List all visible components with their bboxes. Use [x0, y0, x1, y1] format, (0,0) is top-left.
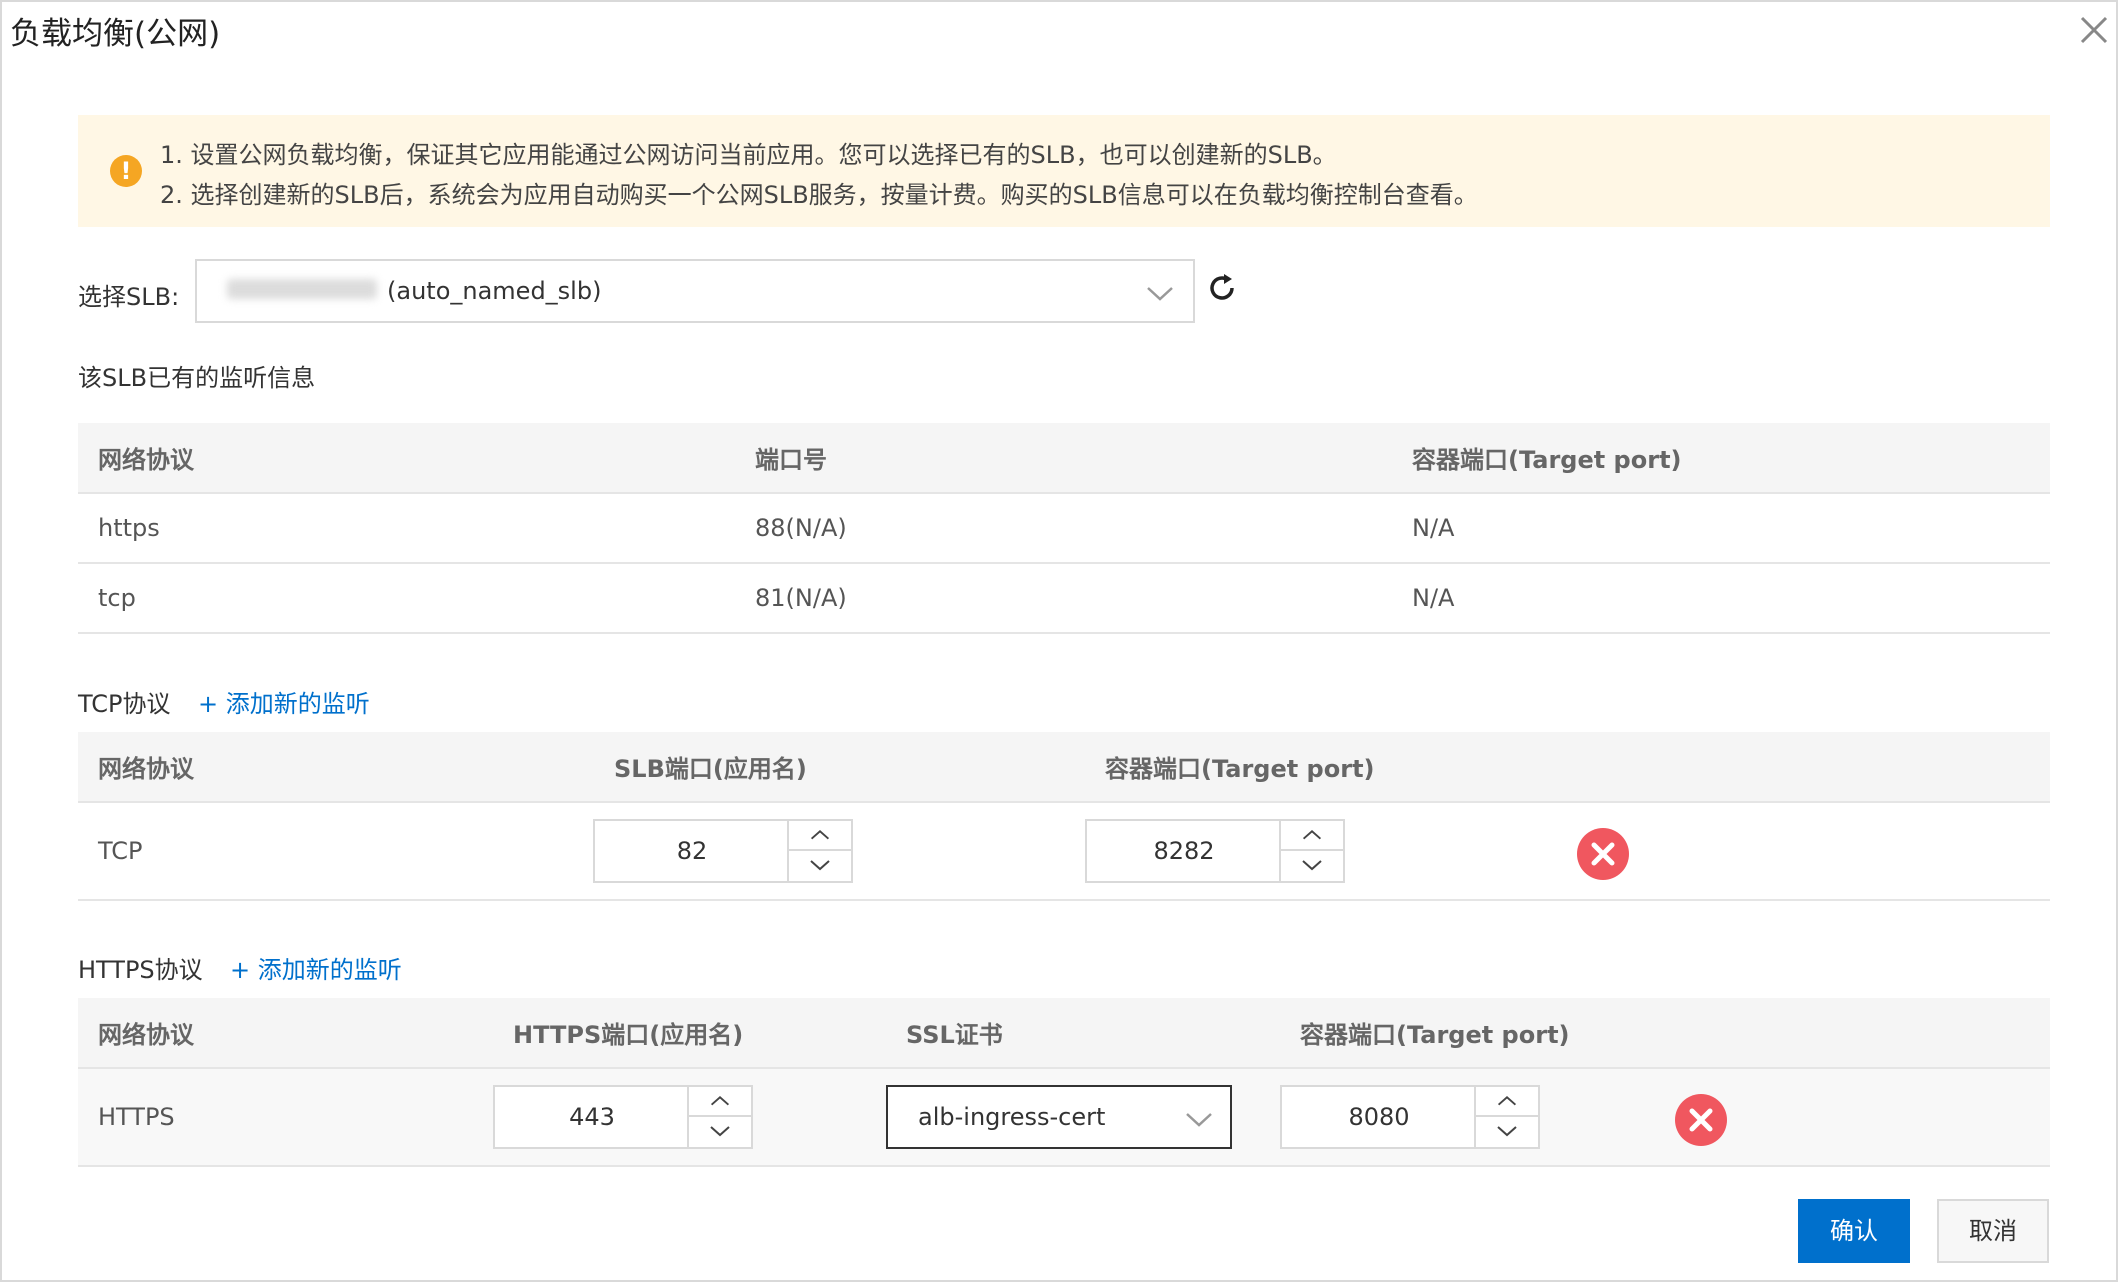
- table-header-row: 网络协议 HTTPS端口(应用名) SSL证书 容器端口(Target port…: [78, 998, 2050, 1069]
- tcp-add-listener-link[interactable]: + 添加新的监听: [198, 684, 370, 719]
- chevron-down-icon[interactable]: [1476, 1117, 1538, 1147]
- delete-https-listener-icon[interactable]: [1674, 1093, 1728, 1147]
- column-header: 网络协议: [78, 998, 493, 1069]
- column-header: 容器端口(Target port): [1392, 423, 2050, 494]
- number-stepper: [787, 821, 851, 881]
- dialog-title: 负载均衡(公网): [10, 16, 221, 52]
- chevron-down-icon[interactable]: [1281, 851, 1343, 881]
- delete-tcp-listener-icon[interactable]: [1576, 827, 1630, 881]
- column-header: HTTPS端口(应用名): [493, 998, 886, 1069]
- close-icon[interactable]: [2074, 10, 2114, 50]
- slb-select[interactable]: (auto_named_slb): [195, 259, 1195, 323]
- column-header: 网络协议: [78, 423, 735, 494]
- slb-select-label: 选择SLB:: [78, 283, 180, 311]
- https-target-port-input[interactable]: 8080: [1280, 1085, 1540, 1149]
- existing-listeners-title: 该SLB已有的监听信息: [78, 364, 316, 392]
- column-header: 网络协议: [78, 732, 594, 803]
- notice-line-1: 1. 设置公网负载均衡，保证其它应用能通过公网访问当前应用。您可以选择已有的SL…: [160, 141, 1337, 169]
- column-header: 端口号: [735, 423, 1392, 494]
- https-target-port-value: 8080: [1348, 1103, 1410, 1131]
- slb-select-value: (auto_named_slb): [387, 277, 602, 305]
- chevron-down-icon: [1186, 1113, 1212, 1127]
- notice-line-2: 2. 选择创建新的SLB后，系统会为应用自动购买一个公网SLB服务，按量计费。购…: [160, 181, 1478, 209]
- tcp-section-title: TCP协议: [78, 690, 171, 718]
- column-header: 容器端口(Target port): [1085, 732, 2050, 803]
- cancel-button[interactable]: 取消: [1937, 1199, 2049, 1263]
- table-cell: N/A: [1392, 493, 2050, 564]
- tcp-slb-port-input[interactable]: 82: [593, 819, 853, 883]
- tcp-slb-port-value: 82: [676, 837, 708, 865]
- https-section-title: HTTPS协议: [78, 956, 203, 984]
- tcp-target-port-input[interactable]: 8282: [1085, 819, 1345, 883]
- protocol-cell: HTTPS: [78, 1068, 493, 1167]
- number-stepper: [687, 1087, 751, 1147]
- chevron-up-icon[interactable]: [1476, 1087, 1538, 1117]
- ssl-cert-value: alb-ingress-cert: [918, 1103, 1106, 1131]
- column-header: SSL证书: [886, 998, 1280, 1069]
- chevron-down-icon: [1147, 287, 1173, 301]
- chevron-down-icon[interactable]: [789, 851, 851, 881]
- table-cell: 88(N/A): [735, 493, 1392, 564]
- table-cell: N/A: [1392, 563, 2050, 634]
- confirm-button[interactable]: 确认: [1798, 1199, 1910, 1263]
- slb-ip-redacted: [227, 279, 377, 299]
- ssl-cert-select[interactable]: alb-ingress-cert: [886, 1085, 1232, 1149]
- number-stepper: [1279, 821, 1343, 881]
- protocol-cell: TCP: [78, 802, 594, 901]
- table-row: https 88(N/A) N/A: [78, 493, 2050, 564]
- table-cell: tcp: [78, 563, 735, 634]
- https-port-value: 443: [569, 1103, 615, 1131]
- tcp-listeners-table: 网络协议 SLB端口(应用名) 容器端口(Target port) TCP: [78, 732, 2050, 901]
- chevron-down-icon[interactable]: [689, 1117, 751, 1147]
- number-stepper: [1474, 1087, 1538, 1147]
- dialog: 负载均衡(公网) ! 1. 设置公网负载均衡，保证其它应用能通过公网访问当前应用…: [0, 0, 2118, 1282]
- refresh-icon[interactable]: [1204, 270, 1240, 306]
- column-header: SLB端口(应用名): [594, 732, 1085, 803]
- existing-listeners-table: 网络协议 端口号 容器端口(Target port) https 88(N/A)…: [78, 423, 2050, 634]
- table-header-row: 网络协议 端口号 容器端口(Target port): [78, 423, 2050, 494]
- table-cell: 81(N/A): [735, 563, 1392, 634]
- table-cell: https: [78, 493, 735, 564]
- chevron-up-icon[interactable]: [1281, 821, 1343, 851]
- table-row: tcp 81(N/A) N/A: [78, 563, 2050, 634]
- warning-icon: !: [110, 155, 142, 187]
- table-header-row: 网络协议 SLB端口(应用名) 容器端口(Target port): [78, 732, 2050, 803]
- table-row: TCP: [78, 802, 2050, 901]
- tcp-target-port-value: 8282: [1153, 837, 1215, 865]
- chevron-up-icon[interactable]: [689, 1087, 751, 1117]
- column-header: 容器端口(Target port): [1280, 998, 2050, 1069]
- https-add-listener-link[interactable]: + 添加新的监听: [230, 950, 402, 985]
- chevron-up-icon[interactable]: [789, 821, 851, 851]
- https-port-input[interactable]: 443: [493, 1085, 753, 1149]
- notice-banner: ! 1. 设置公网负载均衡，保证其它应用能通过公网访问当前应用。您可以选择已有的…: [78, 115, 2050, 227]
